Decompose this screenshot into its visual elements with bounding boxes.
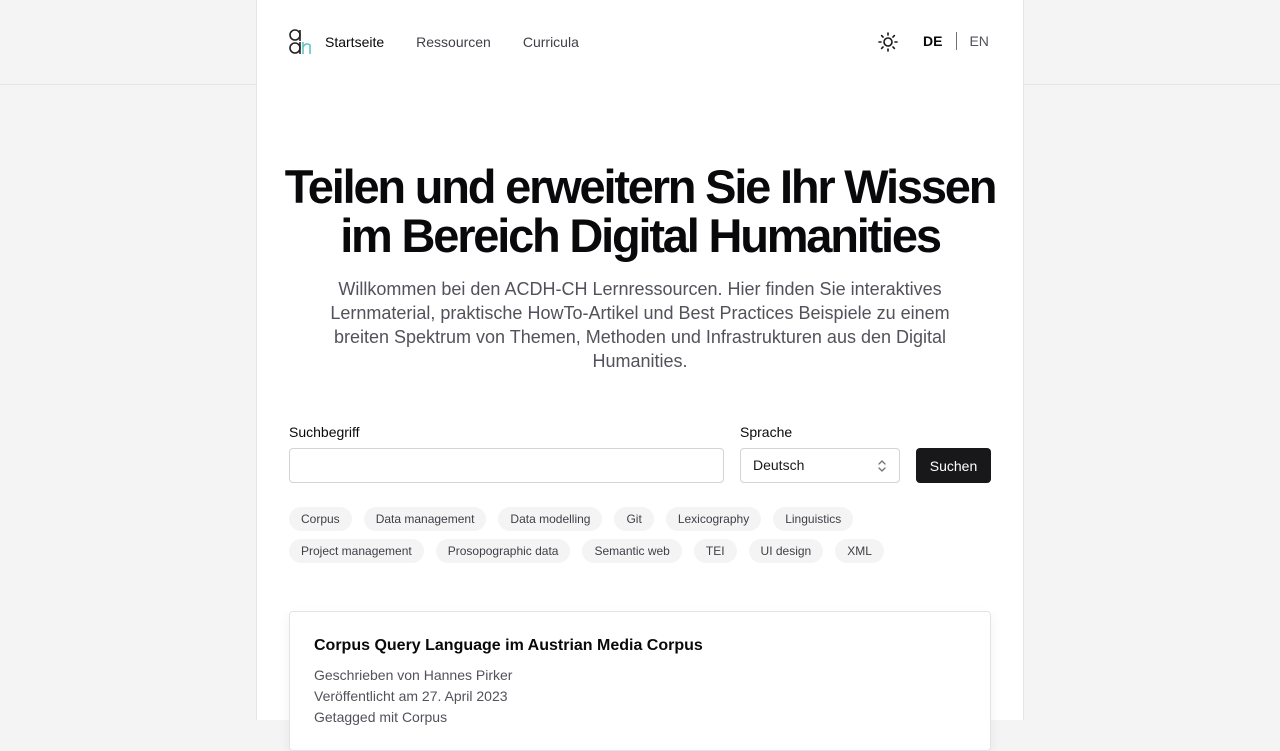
result-title[interactable]: Corpus Query Language im Austrian Media … bbox=[314, 636, 703, 656]
tag-prosopographic-data[interactable]: Prosopographic data bbox=[435, 539, 571, 563]
tag-semantic-web[interactable]: Semantic web bbox=[582, 539, 682, 563]
tag-list: Corpus Data management Data modelling Gi… bbox=[289, 507, 991, 563]
tag-ui-design[interactable]: UI design bbox=[748, 539, 824, 563]
result-card[interactable]: Corpus Query Language im Austrian Media … bbox=[289, 611, 991, 751]
search-term-label: Suchbegriff bbox=[289, 424, 360, 440]
search-input[interactable] bbox=[289, 448, 724, 483]
tag-data-management[interactable]: Data management bbox=[363, 507, 487, 531]
site-header: Startseite Ressourcen Curricula DE EN bbox=[257, 0, 1023, 84]
chevron-updown-icon bbox=[878, 460, 886, 472]
search-button[interactable]: Suchen bbox=[916, 448, 991, 483]
theme-toggle-button[interactable] bbox=[877, 31, 899, 53]
tag-lexicography[interactable]: Lexicography bbox=[665, 507, 762, 531]
language-switcher: DE EN bbox=[923, 31, 989, 51]
language-select-value: Deutsch bbox=[753, 457, 805, 473]
tag-linguistics[interactable]: Linguistics bbox=[773, 507, 854, 531]
page-column: Startseite Ressourcen Curricula DE EN Te… bbox=[256, 0, 1024, 751]
hero-title-line1: Teilen und erweitern Sie Ihr Wissen bbox=[284, 160, 998, 213]
tag-corpus[interactable]: Corpus bbox=[289, 507, 352, 531]
result-meta: Geschrieben von Hannes Pirker Veröffentl… bbox=[314, 665, 512, 728]
tag-xml[interactable]: XML bbox=[835, 539, 884, 563]
hero-title-line2: im Bereich Digital Humanities bbox=[340, 209, 942, 262]
language-select[interactable]: Deutsch bbox=[740, 448, 900, 483]
hero-subtitle: Willkommen bei den ACDH-CH Lernressource… bbox=[330, 279, 950, 371]
tag-data-modelling[interactable]: Data modelling bbox=[498, 507, 603, 531]
nav-startseite[interactable]: Startseite bbox=[325, 32, 384, 52]
tag-project-management[interactable]: Project management bbox=[289, 539, 424, 563]
hero-title: Teilen und erweitern Sie Ihr Wissen im B… bbox=[257, 162, 1023, 260]
result-author: Geschrieben von Hannes Pirker bbox=[314, 667, 513, 683]
language-label: Sprache bbox=[740, 424, 793, 440]
tag-git[interactable]: Git bbox=[614, 507, 654, 531]
tag-tei[interactable]: TEI bbox=[693, 539, 737, 563]
result-published: Veröffentlicht am 27. April 2023 bbox=[314, 688, 508, 704]
nav-curricula[interactable]: Curricula bbox=[523, 32, 579, 52]
lang-de-link[interactable]: DE bbox=[923, 31, 942, 51]
sun-icon bbox=[878, 32, 898, 52]
result-tagged: Getagged mit Corpus bbox=[314, 709, 448, 725]
nav-ressourcen[interactable]: Ressourcen bbox=[416, 32, 491, 52]
lang-en-link[interactable]: EN bbox=[969, 31, 988, 51]
main-nav: Startseite Ressourcen Curricula bbox=[325, 32, 579, 52]
lang-separator bbox=[956, 32, 958, 50]
acdh-logo-icon bbox=[289, 29, 311, 54]
